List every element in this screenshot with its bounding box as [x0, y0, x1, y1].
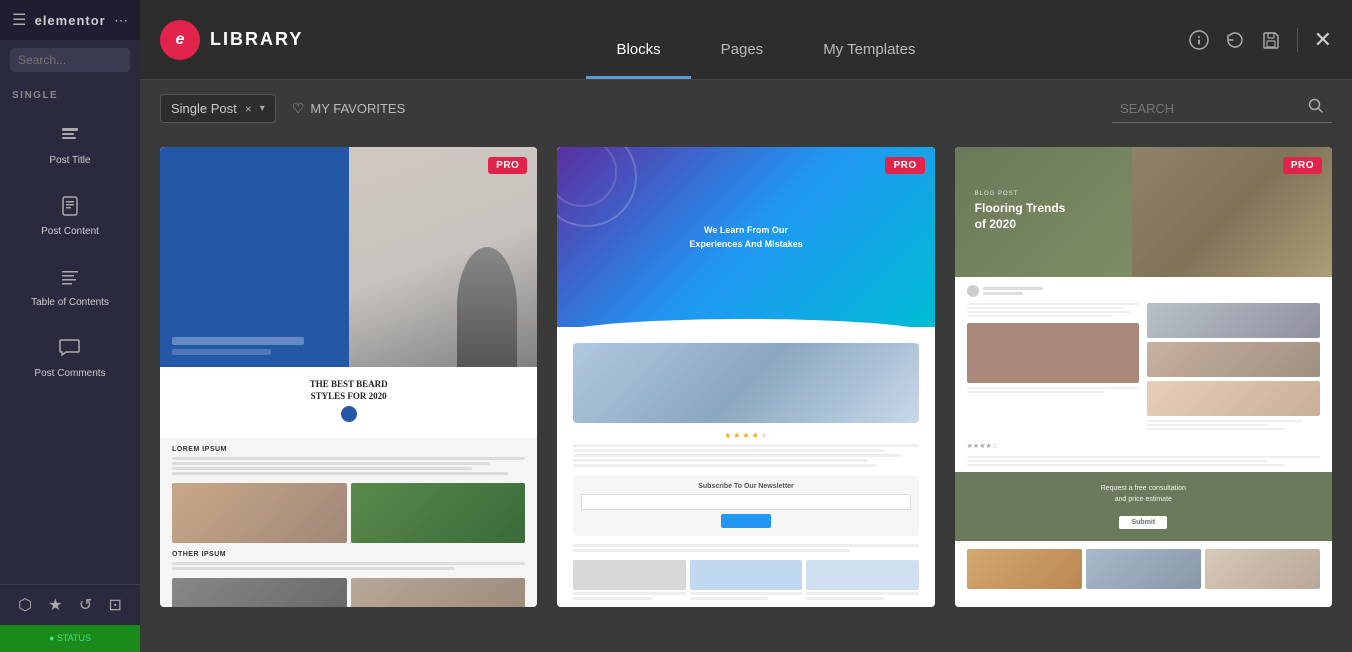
close-button[interactable]: ✕: [1314, 27, 1332, 53]
main-area: e LIBRARY Blocks Pages My Templates: [140, 0, 1352, 652]
search-icon[interactable]: [1308, 98, 1324, 118]
sidebar-item-post-comments[interactable]: Post Comments: [8, 324, 132, 391]
sidebar-item-post-title-label: Post Title: [49, 155, 90, 166]
template-1-preview: THE BEST BEARDSTYLES FOR 2020 LOREM IPSU…: [160, 147, 537, 607]
t1-article-title: THE BEST BEARDSTYLES FOR 2020: [160, 367, 537, 438]
sidebar-item-post-content-label: Post Content: [41, 226, 99, 237]
grid-icon[interactable]: ⋯: [114, 12, 128, 29]
t3-two-column: [967, 303, 1320, 436]
post-comments-icon: [58, 336, 82, 364]
templates-grid: PRO THE BEST: [160, 147, 1332, 607]
template-search-input[interactable]: [1120, 101, 1300, 116]
sidebar: ☰ elementor ⋯ SINGLE Post Title: [0, 0, 140, 652]
filter-bar: Single Post × ▾ ♡ MY FAVORITES: [140, 80, 1352, 137]
t3-hero-label: BLOG POST: [975, 191, 1066, 197]
tab-pages[interactable]: Pages: [691, 0, 794, 79]
template-card-2[interactable]: PRO We Learn From OurExperiences And Mis…: [557, 147, 934, 607]
hexagon-icon[interactable]: ⬡: [18, 595, 32, 615]
sidebar-bottom-toolbar: ⬡ ★ ↺ ⊡: [0, 584, 140, 625]
t1-hero-left: [160, 147, 349, 367]
sidebar-section-label: SINGLE: [0, 80, 140, 107]
post-title-icon: [58, 123, 82, 151]
responsive-icon[interactable]: ⊡: [108, 595, 121, 615]
filter-dropdown-arrow-icon: ▾: [260, 103, 265, 114]
t2-body: ★★★★★ Subscribe To Our Newsletter: [557, 335, 934, 607]
template-3-preview: BLOG POST Flooring Trendsof 2020: [955, 147, 1332, 607]
hamburger-icon[interactable]: ☰: [12, 10, 26, 30]
sidebar-item-table-of-contents[interactable]: Table of Contents: [8, 253, 132, 320]
elementor-logo: elementor: [35, 13, 106, 28]
t3-body: ★★★★☆ Request a free consultationand pri…: [955, 277, 1332, 601]
t3-cta-block: Request a free consultationand price est…: [955, 472, 1332, 541]
library-title: LIBRARY: [210, 29, 303, 50]
template-card-1[interactable]: PRO THE BEST: [160, 147, 537, 607]
tab-my-templates[interactable]: My Templates: [793, 0, 945, 79]
t1-hero: [160, 147, 537, 367]
t2-bottom-grid: [573, 560, 918, 600]
t1-section1-title: LOREM IPSUM: [172, 446, 525, 453]
post-content-icon: [58, 194, 82, 222]
refresh-icon[interactable]: [1225, 30, 1245, 50]
library-header-actions: ✕: [1189, 27, 1332, 53]
sidebar-item-post-title[interactable]: Post Title: [8, 111, 132, 178]
template-card-3[interactable]: PRO BLOG POST Flooring Trendsof 2020: [955, 147, 1332, 607]
library-tabs: Blocks Pages My Templates: [343, 0, 1188, 79]
single-post-filter[interactable]: Single Post × ▾: [160, 94, 276, 123]
template-2-preview: We Learn From OurExperiences And Mistake…: [557, 147, 934, 607]
elementor-logo-text: elementor: [35, 13, 106, 28]
t1-image-grid: [172, 483, 525, 543]
t2-star-rating: ★★★★★: [573, 431, 918, 440]
favorites-label: MY FAVORITES: [310, 101, 405, 116]
t1-content: LOREM IPSUM OTHER IPSUM: [160, 438, 537, 607]
sidebar-search-area: [0, 40, 140, 80]
sidebar-item-post-content[interactable]: Post Content: [8, 182, 132, 249]
sidebar-item-post-comments-label: Post Comments: [34, 368, 105, 379]
status-bar: ● STATUS: [0, 625, 140, 652]
library-logo-icon: e: [160, 20, 200, 60]
t1-hero-right: [349, 147, 538, 367]
t2-subscribe-title: Subscribe To Our Newsletter: [581, 483, 910, 490]
t2-subscribe-box: Subscribe To Our Newsletter: [573, 475, 918, 536]
pro-badge-3: PRO: [1283, 157, 1322, 174]
library-header: e LIBRARY Blocks Pages My Templates: [140, 0, 1352, 80]
my-favorites-button[interactable]: ♡ MY FAVORITES: [292, 100, 405, 117]
table-of-contents-icon: [58, 265, 82, 293]
sidebar-items-list: Post Title Post Content: [0, 107, 140, 395]
t3-hero-title: Flooring Trendsof 2020: [975, 201, 1066, 232]
library-logo: e LIBRARY: [160, 20, 303, 60]
t3-hero: BLOG POST Flooring Trendsof 2020: [955, 147, 1332, 277]
t2-hero: We Learn From OurExperiences And Mistake…: [557, 147, 934, 327]
save-icon[interactable]: [1261, 30, 1281, 50]
t3-bottom-images: [967, 549, 1320, 593]
t2-team-image: [573, 343, 918, 423]
star-icon[interactable]: ★: [48, 595, 62, 615]
filter-remove-icon[interactable]: ×: [245, 102, 252, 116]
t1-image-grid-2: [172, 578, 525, 607]
sidebar-search-input[interactable]: [10, 48, 130, 72]
t2-body-lines: [573, 444, 918, 467]
header-divider: [1297, 28, 1298, 52]
pro-badge-1: PRO: [488, 157, 527, 174]
t3-article-meta: [967, 285, 1320, 297]
pro-badge-2: PRO: [885, 157, 924, 174]
search-area: [1112, 94, 1332, 123]
templates-grid-wrapper[interactable]: PRO THE BEST: [140, 137, 1352, 652]
status-text: ● STATUS: [49, 633, 91, 643]
info-icon[interactable]: [1189, 30, 1209, 50]
filter-dropdown-label: Single Post: [171, 101, 237, 116]
tab-blocks[interactable]: Blocks: [586, 0, 690, 79]
heart-icon: ♡: [292, 100, 305, 117]
sidebar-top-bar: ☰ elementor ⋯: [0, 0, 140, 40]
t1-section2-title: OTHER IPSUM: [172, 551, 525, 558]
history-icon[interactable]: ↺: [79, 595, 92, 615]
sidebar-item-table-of-contents-label: Table of Contents: [31, 297, 109, 308]
